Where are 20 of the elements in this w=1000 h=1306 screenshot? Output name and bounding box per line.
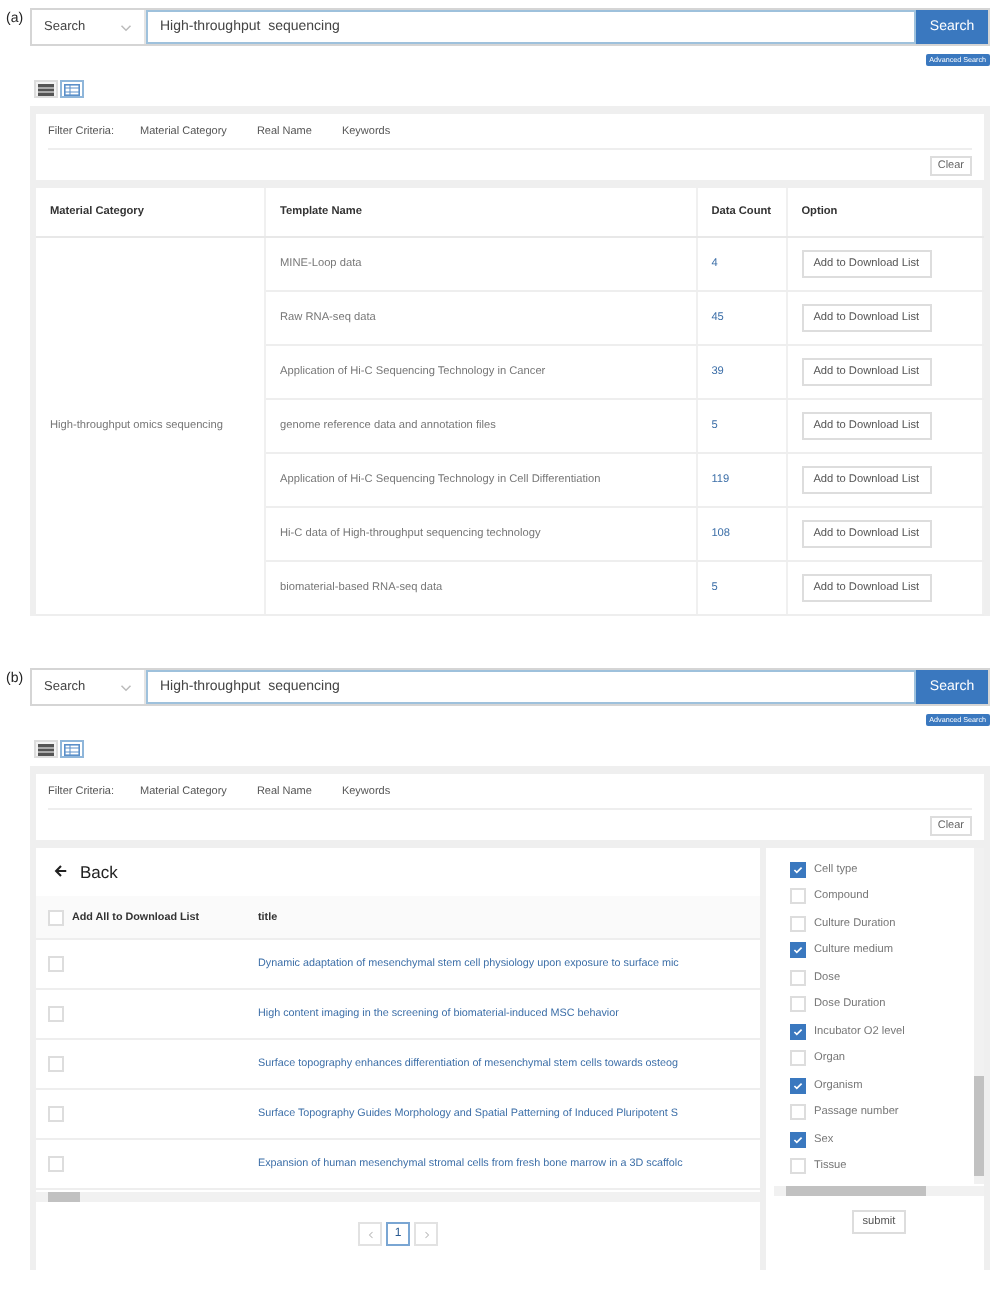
chevron-right-icon: [423, 1229, 429, 1239]
horizontal-scrollbar[interactable]: [774, 1186, 984, 1196]
checkbox[interactable]: [790, 942, 806, 959]
horizontal-scrollbar[interactable]: [36, 1192, 760, 1202]
vertical-scrollbar[interactable]: [974, 848, 984, 1184]
list-view-button[interactable]: [34, 740, 58, 758]
checkbox[interactable]: [790, 1023, 806, 1040]
previous-page-button[interactable]: [358, 1222, 382, 1246]
next-page-button[interactable]: [414, 1222, 438, 1246]
chevron-left-icon: [367, 1229, 373, 1239]
grid-view-button[interactable]: [60, 740, 84, 758]
list-view-button[interactable]: [34, 80, 58, 98]
back-link[interactable]: Back: [36, 848, 760, 896]
caret-icon: [120, 23, 132, 31]
checkbox[interactable]: [790, 1131, 806, 1148]
grid-view-button[interactable]: [60, 80, 84, 98]
back-arrow-icon: [54, 862, 68, 882]
checkbox[interactable]: [790, 1077, 806, 1094]
caret-icon: [120, 683, 132, 691]
checkbox[interactable]: [790, 861, 806, 878]
